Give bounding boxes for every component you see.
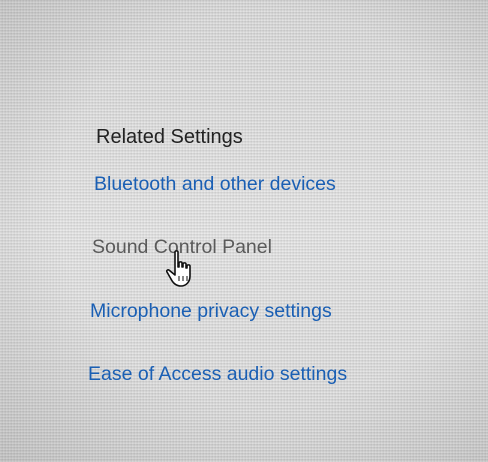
hand-pointer-icon (166, 250, 191, 287)
related-settings-heading: Related Settings (96, 126, 243, 148)
bluetooth-devices-link[interactable]: Bluetooth and other devices (94, 173, 336, 196)
microphone-privacy-link[interactable]: Microphone privacy settings (90, 300, 332, 323)
ease-of-access-audio-link[interactable]: Ease of Access audio settings (88, 363, 347, 386)
settings-screen: Related Settings Bluetooth and other dev… (0, 0, 488, 462)
screen-vignette (0, 0, 488, 462)
